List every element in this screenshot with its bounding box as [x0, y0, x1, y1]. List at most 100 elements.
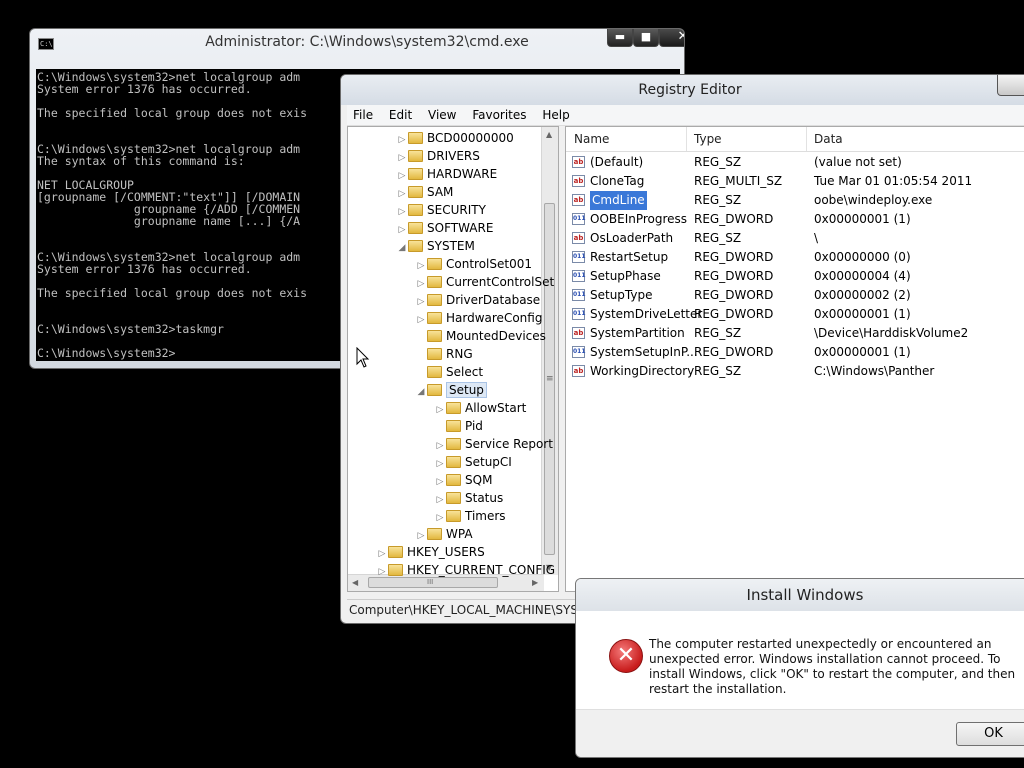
tree-node-hardwareconfig[interactable]: ▷ HardwareConfig — [415, 309, 543, 327]
registry-values-list[interactable]: Name Type Data ab (Default) REG_SZ (value n… — [565, 126, 1024, 592]
tree-node-setup[interactable]: ◢ Setup — [415, 381, 487, 399]
folder-icon — [408, 168, 423, 180]
value-row[interactable]: ab (Default) REG_SZ (value not set) — [566, 153, 1024, 172]
tree-node-driverdatabase[interactable]: ▷ DriverDatabase — [415, 291, 541, 309]
folder-icon — [408, 132, 423, 144]
value-row[interactable]: ab WorkingDirectory REG_SZ C:\Windows\Panth… — [566, 362, 1024, 381]
value-name: SetupPhase — [590, 269, 661, 283]
tree-node-label: HardwareConfig — [446, 311, 543, 325]
tree-node-label: Timers — [465, 509, 506, 523]
folder-icon — [427, 258, 442, 270]
column-header-data[interactable]: Data — [814, 127, 843, 151]
cmd-maximize-button[interactable]: ■ — [633, 29, 659, 47]
value-row[interactable]: 011 SystemDriveLetter REG_DWORD 0x00000001 … — [566, 305, 1024, 324]
tree-node-mounteddevices[interactable]: MountedDevices — [415, 327, 546, 345]
tree-node-hkey-current-config[interactable]: ▷ HKEY_CURRENT_CONFIG — [376, 561, 556, 581]
tree-node-system[interactable]: ◢ SYSTEM — [396, 237, 475, 255]
cmd-minimize-button[interactable]: ▬ — [607, 29, 633, 47]
tree-node-label: MountedDevices — [446, 329, 546, 343]
cmd-close-button[interactable]: ✕ — [659, 29, 684, 47]
tree-node-status[interactable]: ▷ Status — [434, 489, 504, 507]
value-row[interactable]: ab CloneTag REG_MULTI_SZ Tue Mar 01 01:05:5… — [566, 172, 1024, 191]
registry-minimize-button[interactable] — [997, 75, 1024, 96]
value-row[interactable]: 011 SystemSetupInP... REG_DWORD 0x00000001 … — [566, 343, 1024, 362]
tree-node-bcd00000000[interactable]: ▷ BCD00000000 — [396, 129, 514, 147]
tree-node-label: SYSTEM — [427, 239, 475, 253]
tree-node-currentcontrolset[interactable]: ▷ CurrentControlSet — [415, 273, 555, 291]
folder-icon — [446, 402, 461, 414]
tree-node-controlset001[interactable]: ▷ ControlSet001 — [415, 255, 532, 273]
value-name: CmdLine — [590, 191, 647, 210]
tree-node-hardware[interactable]: ▷ HARDWARE — [396, 165, 498, 183]
tree-node-setupci[interactable]: ▷ SetupCI — [434, 453, 512, 471]
value-data: 0x00000001 (1) — [814, 212, 911, 226]
menu-edit[interactable]: Edit — [383, 105, 418, 125]
tree-node-security[interactable]: ▷ SECURITY — [396, 201, 486, 219]
menu-help[interactable]: Help — [536, 105, 575, 125]
value-row[interactable]: 011 SetupType REG_DWORD 0x00000002 (2) — [566, 286, 1024, 305]
value-row[interactable]: ab SystemPartition REG_SZ \Device\HarddiskV… — [566, 324, 1024, 343]
ok-button[interactable]: OK — [956, 722, 1024, 746]
tree-vertical-scrollbar[interactable]: ▲ ≡ ▼ — [541, 127, 558, 575]
tree-node-rng[interactable]: RNG — [415, 345, 473, 363]
value-name: SystemDriveLetter — [590, 307, 703, 321]
tree-node-sqm[interactable]: ▷ SQM — [434, 471, 493, 489]
value-row[interactable]: 011 OOBEInProgress REG_DWORD 0x00000001 (1) — [566, 210, 1024, 229]
value-name: RestartSetup — [590, 250, 669, 264]
value-row[interactable]: ab OsLoaderPath REG_SZ \ — [566, 229, 1024, 248]
tree-node-label: Status — [465, 491, 504, 505]
menu-bar: File Edit View Favorites Help — [347, 105, 1024, 126]
tree-node-select[interactable]: Select — [415, 363, 483, 381]
menu-file[interactable]: File — [347, 105, 379, 125]
binary-value-icon: 011 — [572, 346, 586, 358]
value-type: REG_SZ — [694, 193, 742, 207]
column-divider[interactable] — [686, 127, 687, 151]
scroll-right-arrow-icon[interactable]: ▶ — [532, 578, 538, 587]
tree-node-label: SECURITY — [427, 203, 486, 217]
tree-vertical-scroll-thumb[interactable]: ≡ — [544, 203, 555, 555]
value-name: SystemPartition — [590, 326, 685, 340]
scroll-left-arrow-icon[interactable]: ◀ — [352, 578, 358, 587]
tree-node-timers[interactable]: ▷ Timers — [434, 507, 506, 525]
tree-node-sam[interactable]: ▷ SAM — [396, 183, 454, 201]
value-row[interactable]: 011 SetupPhase REG_DWORD 0x00000004 (4) — [566, 267, 1024, 286]
value-data: 0x00000001 (1) — [814, 307, 911, 321]
expand-arrow-icon[interactable]: ◢ — [396, 239, 408, 257]
value-data: oobe\windeploy.exe — [814, 193, 933, 207]
value-name: (Default) — [590, 155, 644, 169]
expand-arrow-icon[interactable]: ▷ — [376, 563, 388, 581]
tree-node-hkey-users[interactable]: ▷ HKEY_USERS — [376, 543, 485, 561]
menu-view[interactable]: View — [422, 105, 462, 125]
folder-icon — [408, 240, 423, 252]
folder-icon — [446, 456, 461, 468]
value-data: 0x00000000 (0) — [814, 250, 911, 264]
expand-arrow-icon[interactable]: ◢ — [415, 383, 427, 401]
menu-favorites[interactable]: Favorites — [466, 105, 532, 125]
tree-node-pid[interactable]: Pid — [434, 417, 483, 435]
tree-node-label: CurrentControlSet — [446, 275, 555, 289]
string-value-icon: ab — [572, 232, 585, 244]
tree-node-allowstart[interactable]: ▷ AllowStart — [434, 399, 527, 417]
registry-key-tree[interactable]: ▲ ≡ ▼ ◀ III ▶ ▷ BCD00000000 ▷ DRIVERS ▷ HARDW… — [347, 126, 559, 592]
dialog-footer: OK — [576, 709, 1024, 757]
value-name: CloneTag — [590, 174, 645, 188]
value-row[interactable]: ab CmdLine REG_SZ oobe\windeploy.exe — [566, 191, 1024, 210]
binary-value-icon: 011 — [572, 270, 586, 282]
value-name: OsLoaderPath — [590, 231, 674, 245]
value-data: Tue Mar 01 01:05:54 2011 — [814, 174, 973, 188]
tree-node-wpa[interactable]: ▷ WPA — [415, 525, 473, 543]
tree-node-label: SAM — [427, 185, 454, 199]
dialog-title: Install Windows — [576, 579, 1024, 611]
folder-icon — [427, 294, 442, 306]
registry-window-title: Registry Editor — [341, 75, 1024, 105]
value-row[interactable]: 011 RestartSetup REG_DWORD 0x00000000 (0) — [566, 248, 1024, 267]
column-header-name[interactable]: Name — [574, 127, 609, 151]
column-divider[interactable] — [806, 127, 807, 151]
value-type: REG_SZ — [694, 155, 742, 169]
tree-node-service-report[interactable]: ▷ Service Report — [434, 435, 553, 453]
tree-node-drivers[interactable]: ▷ DRIVERS — [396, 147, 480, 165]
column-header-type[interactable]: Type — [694, 127, 722, 151]
scroll-up-arrow-icon[interactable]: ▲ — [546, 130, 552, 139]
error-icon: ✕ — [609, 639, 643, 673]
tree-node-software[interactable]: ▷ SOFTWARE — [396, 219, 494, 237]
